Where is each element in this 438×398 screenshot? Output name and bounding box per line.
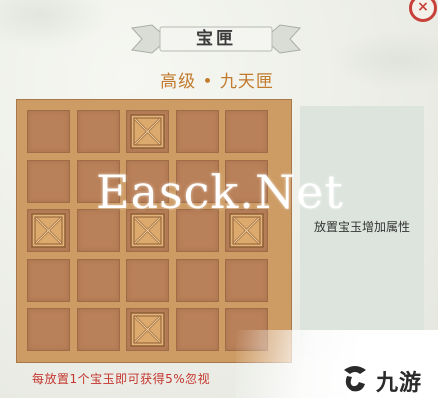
close-icon: × (417, 0, 429, 15)
board-slot[interactable] (176, 110, 219, 153)
attribute-panel: 放置宝玉增加属性 (300, 106, 424, 358)
board-slot[interactable] (27, 110, 70, 153)
crate-icon (31, 213, 66, 248)
board-slot[interactable] (77, 308, 120, 351)
bonus-note: 每放置1个宝玉即可获得5%忽视 (32, 372, 211, 386)
board-slot[interactable] (77, 259, 120, 302)
j9-logo-icon (344, 366, 366, 392)
board-slot[interactable] (27, 308, 70, 351)
board-slot[interactable] (126, 259, 169, 302)
logo-text: 九游 (376, 371, 423, 396)
box-grade-title: 高级 • 九天匣 (160, 72, 274, 92)
j9-logo: 九游 (338, 364, 434, 396)
crate-icon (130, 114, 165, 149)
board-slot[interactable] (126, 308, 169, 351)
board-slot[interactable] (176, 259, 219, 302)
ink-decoration (0, 0, 110, 50)
board-slot[interactable] (225, 110, 268, 153)
panel-title: 宝匣 (196, 29, 236, 49)
board-slot[interactable] (176, 308, 219, 351)
close-button[interactable]: × (409, 0, 437, 22)
attribute-hint: 放置宝玉增加属性 (313, 220, 410, 234)
board-slot[interactable] (77, 110, 120, 153)
ink-decoration (330, 30, 438, 90)
title-banner: 宝匣 (128, 22, 304, 56)
crate-icon (130, 312, 165, 347)
board-slot[interactable] (27, 160, 70, 203)
jade-board (16, 99, 292, 363)
game-screen: 宝匣 × 高级 • 九天匣 放置宝玉增加属性 每放置1个宝玉即可获得5%忽视 E… (0, 0, 438, 398)
board-slot[interactable] (225, 259, 268, 302)
board-slot[interactable] (27, 209, 70, 252)
board-grid (27, 110, 275, 354)
watermark-text: Easck.Net (96, 165, 344, 219)
board-slot[interactable] (27, 259, 70, 302)
board-slot[interactable] (126, 110, 169, 153)
